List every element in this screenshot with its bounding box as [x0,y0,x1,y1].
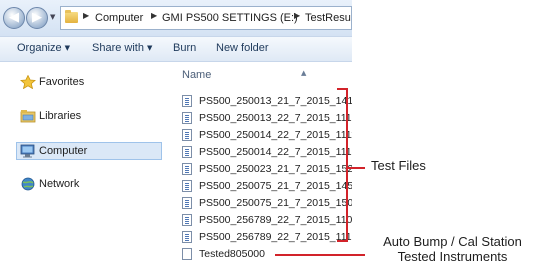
explorer-window: ◀ ▶ ▼ ▶ Computer ▶ GMI PS500 SETTINGS (E… [0,0,352,264]
network-icon [21,177,35,191]
file-name: PS500_250075_21_7_2015_1504 [199,197,352,209]
file-name: PS500_250014_22_7_2015_1111 [199,129,352,141]
libraries-icon [20,110,36,123]
tested-instruments-annotation: Auto Bump / Cal Station Tested Instrumen… [371,234,534,264]
file-name: PS500_256789_22_7_2015_1106 [199,214,352,226]
file-name: PS500_256789_22_7_2015_1115 [199,231,352,243]
chevron-right-icon[interactable]: ▶ [151,11,157,20]
tested-instruments-line-2: Tested Instruments [397,249,508,264]
column-header-name[interactable]: Name ▲ [182,69,306,81]
new-folder-button[interactable]: New folder [216,42,269,54]
address-path[interactable]: ▶ Computer ▶ GMI PS500 SETTINGS (E:) ▶ T… [60,6,352,30]
breadcrumb-testresults[interactable]: TestResults [305,12,351,24]
navigation-pane: Favorites Libraries Computer Network [0,62,166,264]
chevron-down-icon: ▼ [64,44,71,52]
sort-ascending-icon: ▲ [301,69,307,77]
file-name: PS500_250014_22_7_2015_1119 [199,146,352,158]
file-list-pane: Name ▲ PS500_250013_21_7_2015_1415 PS500… [166,62,352,264]
forward-button[interactable]: ▶ [26,7,48,29]
text-file-icon [182,112,192,124]
recent-pages-dropdown[interactable]: ▼ [50,13,55,21]
file-name: PS500_250013_22_7_2015_1112 [199,112,352,124]
text-file-icon [182,129,192,141]
tested-instruments-callout-line [275,254,365,256]
command-bar: Organize ▼ Share with ▼ Burn New folder [0,36,352,62]
column-header-label: Name [182,69,212,81]
nav-label-libraries: Libraries [39,110,82,122]
back-button[interactable]: ◀ [3,7,25,29]
nav-item-computer[interactable]: Computer [16,142,162,160]
tested-instruments-line-1: Auto Bump / Cal Station [383,234,522,249]
test-files-bracket [337,88,348,242]
file-name: PS500_250023_21_7_2015_1529 [199,163,352,175]
folder-icon [65,10,78,23]
chevron-right-icon[interactable]: ▶ [294,11,300,20]
address-bar: ◀ ▶ ▼ ▶ Computer ▶ GMI PS500 SETTINGS (E… [0,0,352,36]
organize-label: Organize [17,42,62,54]
burn-button[interactable]: Burn [173,42,196,54]
nav-label-favorites: Favorites [39,76,85,88]
text-file-icon [182,180,192,192]
chevron-right-icon[interactable]: ▶ [83,11,89,20]
text-file-icon [182,163,192,175]
text-file-icon [182,214,192,226]
star-icon [20,75,36,89]
share-with-button[interactable]: Share with ▼ [92,42,152,54]
file-icon [182,248,192,260]
text-file-icon [182,95,192,107]
text-file-icon [182,231,192,243]
text-file-icon [182,146,192,158]
file-name: Tested805000 [199,248,265,260]
test-files-annotation: Test Files [371,158,426,173]
file-name: PS500_250013_21_7_2015_1415 [199,95,352,107]
file-name: PS500_250075_21_7_2015_1452 [199,180,352,192]
chevron-down-icon: ▼ [146,44,153,52]
computer-icon [20,144,35,158]
nav-label-computer: Computer [39,145,88,157]
text-file-icon [182,197,192,209]
share-with-label: Share with [92,42,144,54]
organize-button[interactable]: Organize ▼ [17,42,70,54]
nav-label-network: Network [39,178,80,190]
breadcrumb-drive[interactable]: GMI PS500 SETTINGS (E:) [162,12,298,24]
breadcrumb-computer[interactable]: Computer [95,12,143,24]
test-files-callout-line [348,167,365,169]
